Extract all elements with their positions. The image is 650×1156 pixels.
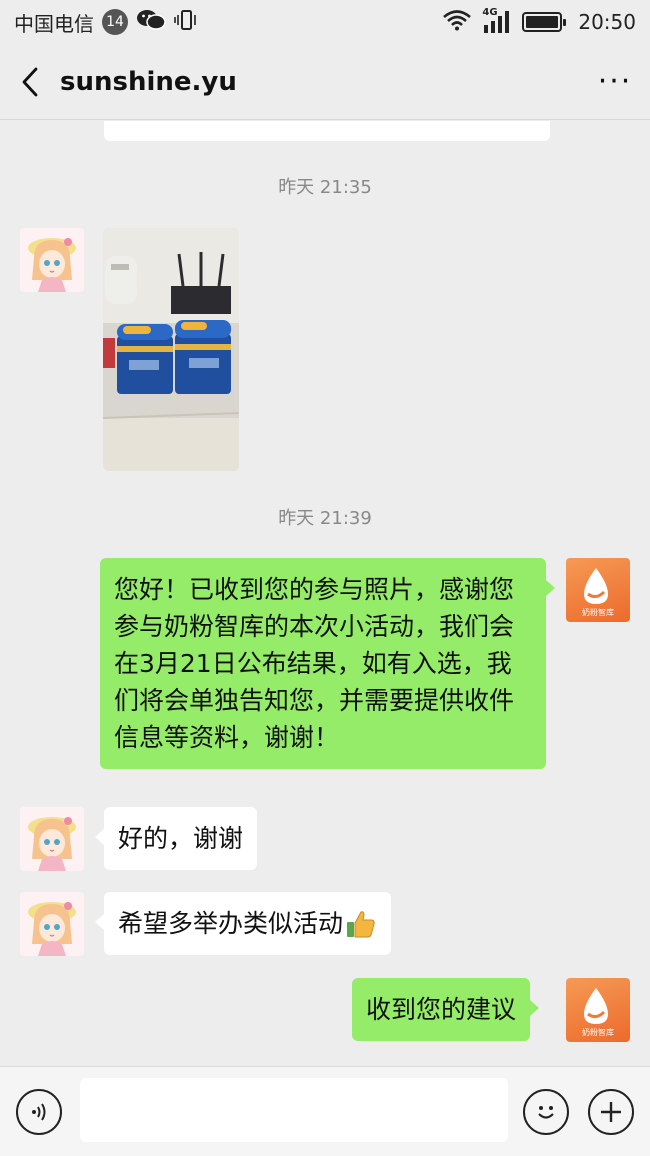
more-options-button[interactable]: ···: [580, 44, 650, 120]
voice-input-button[interactable]: [16, 1089, 62, 1135]
anime-girl-avatar-icon: [20, 228, 84, 292]
avatar[interactable]: [20, 228, 84, 292]
avatar[interactable]: 奶粉智库: [566, 558, 630, 622]
avatar[interactable]: [20, 892, 84, 956]
brand-logo-text: 奶粉智库: [582, 1027, 614, 1037]
status-bar: 中国电信 14 4G 20:50: [0, 0, 650, 44]
milk-drop-logo-icon: 奶粉智库: [582, 988, 614, 1037]
cell-signal-icon: 4G: [482, 7, 512, 35]
carrier-label: 中国电信: [14, 11, 94, 36]
timestamp: 昨天 21:35: [278, 177, 372, 198]
notification-badge: 14: [102, 9, 128, 35]
back-button[interactable]: [0, 44, 60, 120]
thumbs-up-icon: [347, 910, 375, 937]
message-input[interactable]: [80, 1078, 508, 1142]
chat-area[interactable]: 昨天 21:35 昨天 21:39 您好！已收到您的参与照片，感谢您参与奶粉智库…: [0, 121, 650, 1066]
message-text: 希望多举办类似活动: [118, 909, 344, 938]
chevron-left-icon: [22, 67, 38, 96]
message-photo[interactable]: [103, 228, 239, 471]
message-bubble-outgoing[interactable]: 您好！已收到您的参与照片，感谢您参与奶粉智库的本次小活动，我们会在3月21日公布…: [100, 558, 555, 769]
anime-girl-avatar-icon: [20, 892, 84, 956]
chat-title: sunshine.yu: [60, 66, 237, 97]
milk-drop-logo-icon: 奶粉智库: [582, 568, 614, 617]
input-bar: [0, 1066, 650, 1156]
anime-girl-avatar-icon: [20, 807, 84, 871]
battery-icon: [522, 12, 567, 32]
milk-cans-photo-icon: [103, 228, 239, 471]
smiley-icon: [538, 1106, 554, 1119]
message-bubble-incoming[interactable]: 好的，谢谢: [94, 807, 258, 870]
previous-message-bubble: [104, 121, 550, 141]
brand-logo-text: 奶粉智库: [582, 607, 614, 617]
message-bubble-outgoing[interactable]: 收到您的建议: [352, 978, 540, 1041]
chat-header: sunshine.yu ···: [0, 44, 650, 120]
plus-icon: [601, 1102, 621, 1122]
message-bubble-incoming[interactable]: 希望多举办类似活动: [94, 892, 392, 955]
clock: 20:50: [578, 10, 636, 34]
emoji-button[interactable]: [523, 1089, 569, 1135]
avatar[interactable]: 奶粉智库: [566, 978, 630, 1042]
voice-icon: [32, 1103, 46, 1121]
wifi-icon: [442, 9, 472, 36]
avatar[interactable]: [20, 807, 84, 871]
vibrate-icon: [174, 8, 198, 37]
more-functions-button[interactable]: [588, 1089, 634, 1135]
timestamp: 昨天 21:39: [278, 508, 372, 529]
wechat-icon: [136, 8, 166, 37]
